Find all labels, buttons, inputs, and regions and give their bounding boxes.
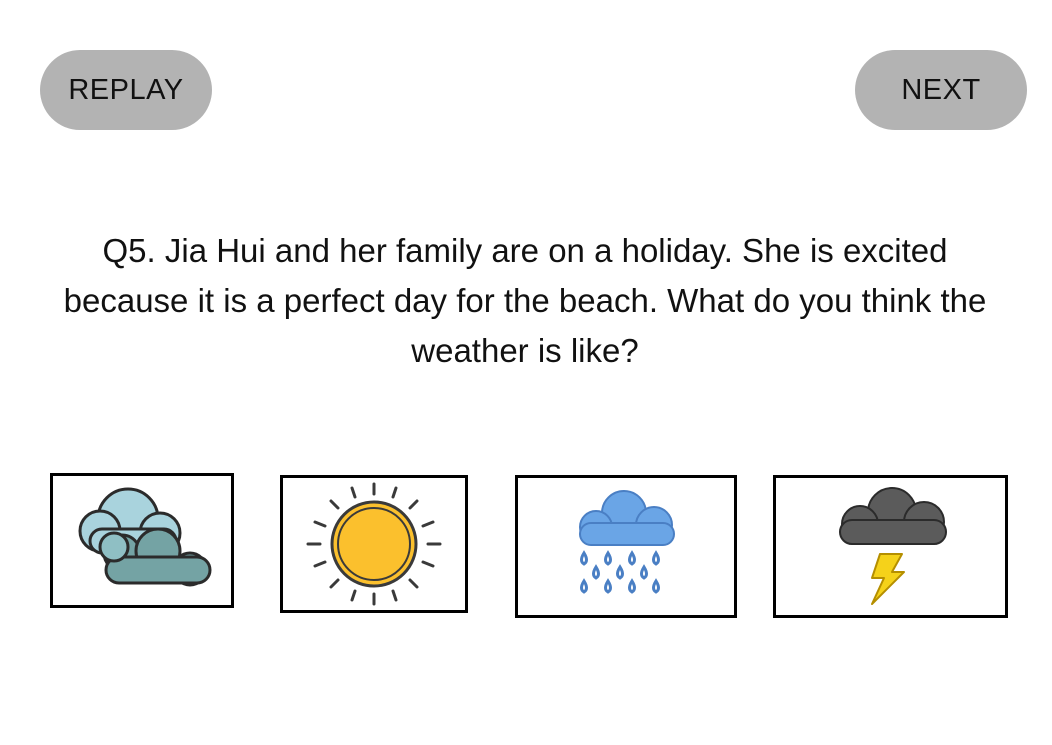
option-sunny[interactable] [280, 475, 468, 613]
cloudy-icon [78, 487, 212, 586]
next-button[interactable]: NEXT [855, 50, 1027, 130]
storm-cloud-icon [838, 486, 947, 605]
question-text: Q5. Jia Hui and her family are on a holi… [63, 232, 987, 369]
option-stormy[interactable] [773, 475, 1008, 618]
option-cloudy[interactable] [50, 473, 234, 608]
sun-icon [306, 482, 442, 606]
replay-button[interactable]: REPLAY [40, 50, 212, 130]
option-rainy[interactable] [515, 475, 737, 618]
rain-cloud-icon [579, 489, 675, 594]
